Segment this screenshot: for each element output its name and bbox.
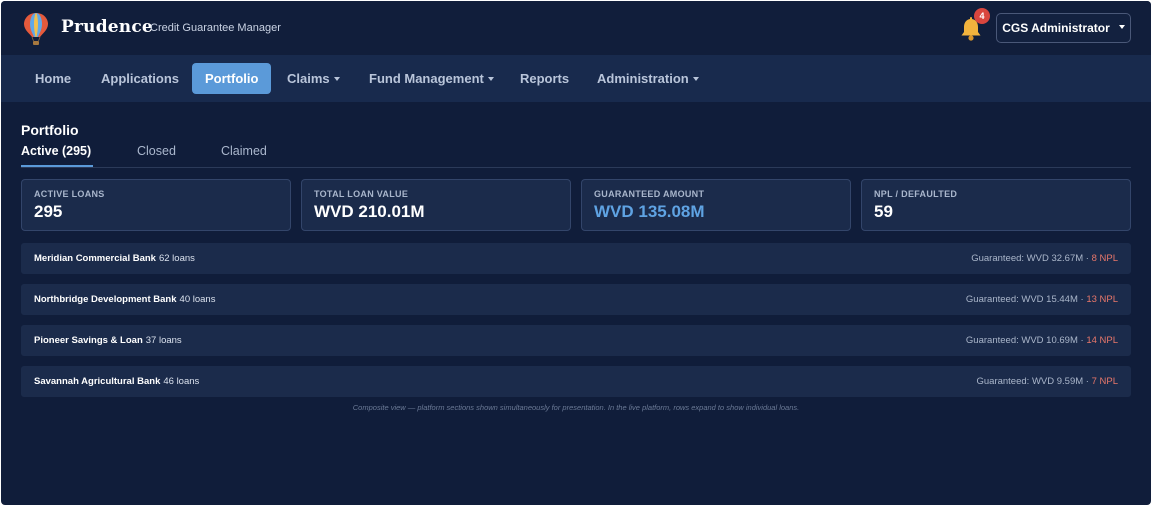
bank-name-cell: Savannah Agricultural Bank 46 loans <box>34 376 199 387</box>
bank-loan-count: 37 loans <box>145 335 182 346</box>
nav-item-label: Claims <box>287 71 330 86</box>
bank-name-cell: Northbridge Development Bank 40 loans <box>34 294 215 305</box>
caret-down-icon <box>333 76 340 81</box>
bank-loan-count: 62 loans <box>158 253 195 264</box>
caret-down-icon <box>487 76 494 81</box>
bank-npl: 14 NPL <box>1086 335 1118 346</box>
user-menu-label: CGS Administrator <box>1002 21 1110 35</box>
stat-value: WVD 135.08M <box>594 202 705 221</box>
bank-guarantee-summary: Guaranteed: WVD 9.59M · 7 NPL <box>976 376 1118 387</box>
bank-loan-count: 46 loans <box>163 376 200 387</box>
tab-active[interactable]: Active (295) <box>21 144 91 158</box>
bank-loan-count: 40 loans <box>179 294 216 305</box>
bank-row[interactable]: Pioneer Savings & Loan 37 loans Guarantee… <box>21 325 1131 356</box>
page-title: Portfolio <box>21 122 79 138</box>
nav-item-label: Administration <box>597 71 689 86</box>
bank-row[interactable]: Savannah Agricultural Bank 46 loans Guara… <box>21 366 1131 397</box>
main-nav: Home Applications Portfolio Claims Fund … <box>1 55 1151 102</box>
stat-value: 59 <box>874 202 893 221</box>
bank-row[interactable]: Meridian Commercial Bank 62 loans Guarant… <box>21 243 1131 274</box>
composite-view-note: Composite view — platform sections shown… <box>352 403 800 412</box>
bank-row[interactable]: Northbridge Development Bank 40 loans Gua… <box>21 284 1131 315</box>
stat-card-npl-defaulted: NPL / DEFAULTED 59 <box>861 179 1131 231</box>
hot-air-balloon-icon <box>24 13 48 45</box>
app-window: Prudence Credit Guarantee Manager 4 CGS … <box>1 1 1151 505</box>
stat-card-guaranteed-amount: GUARANTEED AMOUNT WVD 135.08M <box>581 179 851 231</box>
bank-guaranteed: Guaranteed: WVD 15.44M · <box>965 294 1084 305</box>
nav-item-label: Applications <box>101 71 180 86</box>
caret-down-icon <box>692 76 699 81</box>
nav-item-fund-management[interactable]: Fund Management <box>369 63 494 94</box>
tab-claimed[interactable]: Claimed <box>221 144 267 158</box>
stat-label: NPL / DEFAULTED <box>874 189 958 199</box>
bank-name: Pioneer Savings & Loan <box>34 335 143 346</box>
stat-label: ACTIVE LOANS <box>34 189 105 199</box>
nav-item-applications[interactable]: Applications <box>101 63 179 94</box>
user-menu-button[interactable]: CGS Administrator <box>996 13 1131 43</box>
nav-item-administration[interactable]: Administration <box>597 63 699 94</box>
stat-value: 295 <box>34 202 63 221</box>
brand-name: Prudence <box>61 17 153 37</box>
stat-label: GUARANTEED AMOUNT <box>594 189 705 199</box>
top-bar: Prudence Credit Guarantee Manager 4 CGS … <box>1 1 1151 55</box>
bank-npl: 7 NPL <box>1091 376 1118 387</box>
bank-name: Savannah Agricultural Bank <box>34 376 161 387</box>
bank-guarantee-summary: Guaranteed: WVD 10.69M · 14 NPL <box>966 335 1118 346</box>
nav-item-label: Portfolio <box>205 71 259 86</box>
bank-name-cell: Meridian Commercial Bank 62 loans <box>34 253 195 264</box>
bank-guarantee-summary: Guaranteed: WVD 15.44M · 13 NPL <box>966 294 1118 305</box>
bank-name: Northbridge Development Bank <box>34 294 177 305</box>
caret-down-icon <box>1118 25 1125 29</box>
bank-npl: 8 NPL <box>1091 253 1118 264</box>
stat-card-total-loan-value: TOTAL LOAN VALUE WVD 210.01M <box>301 179 571 231</box>
notification-badge: 4 <box>974 8 990 24</box>
bank-guaranteed: Guaranteed: WVD 32.67M · <box>971 253 1089 264</box>
nav-item-label: Reports <box>520 71 570 86</box>
bank-guaranteed: Guaranteed: WVD 9.59M · <box>976 376 1089 387</box>
bank-guaranteed: Guaranteed: WVD 10.69M · <box>965 335 1084 346</box>
bank-name: Meridian Commercial Bank <box>34 253 156 264</box>
bank-guarantee-summary: Guaranteed: WVD 32.67M · 8 NPL <box>971 253 1118 264</box>
brand-subtitle: Credit Guarantee Manager <box>150 22 281 34</box>
nav-item-home[interactable]: Home <box>35 63 71 94</box>
nav-item-label: Home <box>35 71 72 86</box>
bank-name-cell: Pioneer Savings & Loan 37 loans <box>34 335 182 346</box>
nav-item-reports[interactable]: Reports <box>520 63 569 94</box>
stat-label: TOTAL LOAN VALUE <box>314 189 409 199</box>
stat-value: WVD 210.01M <box>314 202 425 221</box>
stat-card-active-loans: ACTIVE LOANS 295 <box>21 179 291 231</box>
nav-item-label: Fund Management <box>369 71 484 86</box>
tab-closed[interactable]: Closed <box>137 144 176 158</box>
nav-item-claims[interactable]: Claims <box>287 63 340 94</box>
bank-npl: 13 NPL <box>1086 294 1118 305</box>
tabs-divider <box>21 167 1131 168</box>
nav-item-portfolio[interactable]: Portfolio <box>192 63 272 94</box>
